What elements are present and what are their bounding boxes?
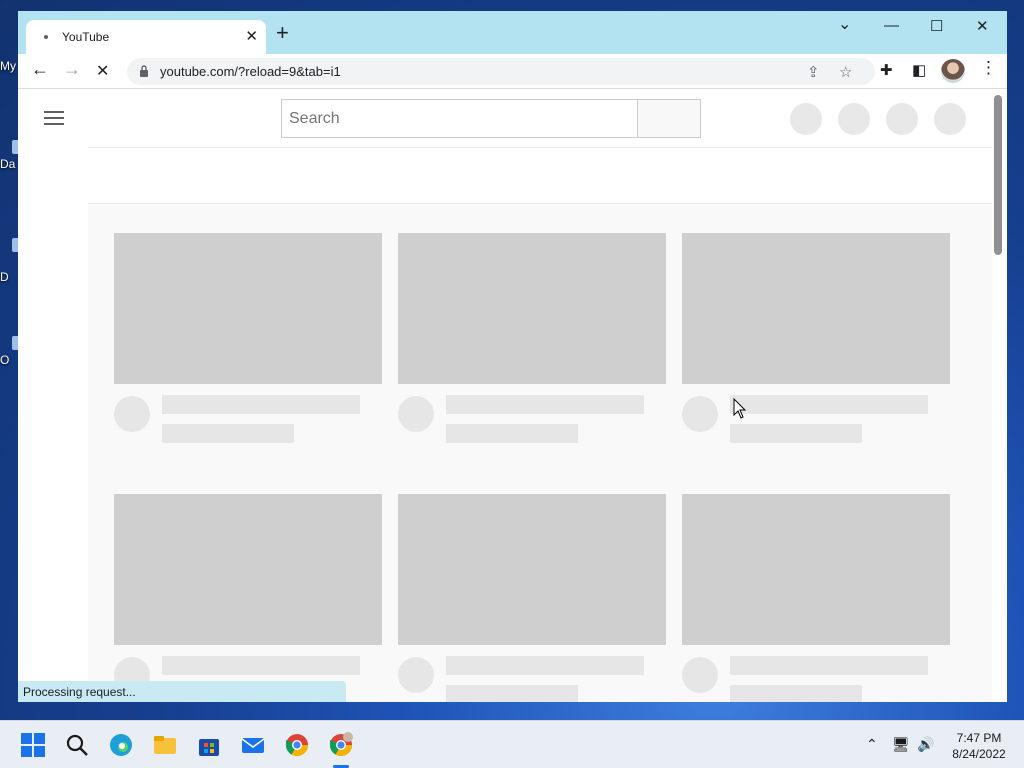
clock-time: 7:47 PM xyxy=(956,731,1002,745)
search-button[interactable] xyxy=(637,99,701,138)
tab-strip: YouTube ✕ + ⌄ — ☐ ✕ xyxy=(18,11,1007,54)
desktop-icon-label[interactable]: D xyxy=(0,270,9,284)
tab-youtube[interactable]: YouTube ✕ xyxy=(26,20,266,54)
meta-skeleton xyxy=(730,424,862,443)
video-thumbnail-skeleton xyxy=(114,494,382,645)
new-tab-button[interactable]: + xyxy=(276,22,289,44)
share-icon[interactable]: ⇪ xyxy=(807,63,820,81)
browser-window: YouTube ✕ + ⌄ — ☐ ✕ ← → ✕ youtube.com/?r… xyxy=(18,11,1007,702)
channel-avatar-skeleton xyxy=(682,657,718,693)
tab-search-icon[interactable]: ⌄ xyxy=(838,14,851,34)
meta-skeleton xyxy=(162,424,294,443)
chip-bar-placeholder xyxy=(88,147,992,204)
file-explorer-icon[interactable] xyxy=(152,732,178,758)
channel-avatar-skeleton xyxy=(398,657,434,693)
url-text[interactable]: youtube.com/?reload=9&tab=i1 xyxy=(160,64,341,79)
menu-dots-icon[interactable]: ⋮ xyxy=(980,58,997,78)
browser-toolbar: ← → ✕ youtube.com/?reload=9&tab=i1 ⇪ ☆ ✚… xyxy=(18,54,1007,89)
meta-skeleton xyxy=(446,424,578,443)
video-thumbnail-skeleton xyxy=(682,233,950,384)
extensions-icon[interactable]: ✚ xyxy=(880,61,893,79)
back-button[interactable]: ← xyxy=(31,59,49,80)
meta-skeleton xyxy=(730,685,862,702)
channel-avatar-skeleton xyxy=(682,396,718,432)
sidepanel-icon[interactable]: ◧ xyxy=(912,61,926,79)
title-skeleton xyxy=(730,395,928,414)
search-icon[interactable] xyxy=(64,732,90,758)
system-clock[interactable]: 7:47 PM 8/24/2022 xyxy=(944,730,1014,762)
desktop-icon-label[interactable]: Da xyxy=(0,157,15,171)
title-skeleton xyxy=(162,395,360,414)
stop-loading-button[interactable]: ✕ xyxy=(96,61,109,81)
header-button-placeholder[interactable] xyxy=(886,103,918,135)
header-button-placeholder[interactable] xyxy=(790,103,822,135)
taskbar: ⌃ 🖥 🔊 7:47 PM 8/24/2022 xyxy=(0,720,1024,768)
volume-icon[interactable]: 🔊 xyxy=(917,736,934,753)
scrollbar-thumb[interactable] xyxy=(994,95,1002,255)
chrome-profile-icon[interactable] xyxy=(328,732,354,758)
store-icon[interactable] xyxy=(196,732,222,758)
desktop-icon-label[interactable]: My xyxy=(0,59,16,73)
channel-avatar-skeleton xyxy=(398,396,434,432)
video-thumbnail-skeleton xyxy=(398,494,666,645)
loading-favicon-icon xyxy=(44,35,48,39)
video-thumbnail-skeleton xyxy=(682,494,950,645)
title-skeleton xyxy=(446,656,644,675)
desktop-icon-label[interactable]: O xyxy=(0,353,9,367)
video-thumbnail-skeleton xyxy=(114,233,382,384)
title-skeleton xyxy=(446,395,644,414)
header-button-placeholder[interactable] xyxy=(934,103,966,135)
title-skeleton xyxy=(730,656,928,675)
mouse-cursor-icon xyxy=(733,398,747,419)
clock-date: 8/24/2022 xyxy=(952,747,1006,761)
youtube-page: Processing request... xyxy=(18,90,1007,702)
bookmark-star-icon[interactable]: ☆ xyxy=(839,63,852,81)
channel-avatar-skeleton xyxy=(114,396,150,432)
maximize-button[interactable]: ☐ xyxy=(930,17,943,35)
mail-icon[interactable] xyxy=(240,732,266,758)
meta-skeleton xyxy=(446,685,578,702)
profile-avatar[interactable] xyxy=(941,59,965,83)
minimize-button[interactable]: — xyxy=(884,17,899,34)
search-input[interactable] xyxy=(282,100,638,137)
network-icon[interactable]: 🖥 xyxy=(892,736,910,753)
close-window-button[interactable]: ✕ xyxy=(976,17,989,35)
edge-icon[interactable] xyxy=(108,732,134,758)
title-skeleton xyxy=(162,656,360,675)
address-bar[interactable]: youtube.com/?reload=9&tab=i1 ⇪ ☆ xyxy=(127,58,875,85)
start-icon[interactable] xyxy=(20,732,46,758)
lock-icon xyxy=(140,65,148,77)
search-box[interactable] xyxy=(281,99,638,138)
tab-title: YouTube xyxy=(62,30,110,44)
video-thumbnail-skeleton xyxy=(398,233,666,384)
chrome-icon[interactable] xyxy=(284,732,310,758)
header-button-placeholder[interactable] xyxy=(838,103,870,135)
tab-close-icon[interactable]: ✕ xyxy=(245,27,258,45)
show-hidden-icons-icon[interactable]: ⌃ xyxy=(866,736,878,753)
status-bubble: Processing request... xyxy=(18,681,346,702)
forward-button[interactable]: → xyxy=(63,59,81,80)
hamburger-menu-icon[interactable] xyxy=(44,111,64,125)
